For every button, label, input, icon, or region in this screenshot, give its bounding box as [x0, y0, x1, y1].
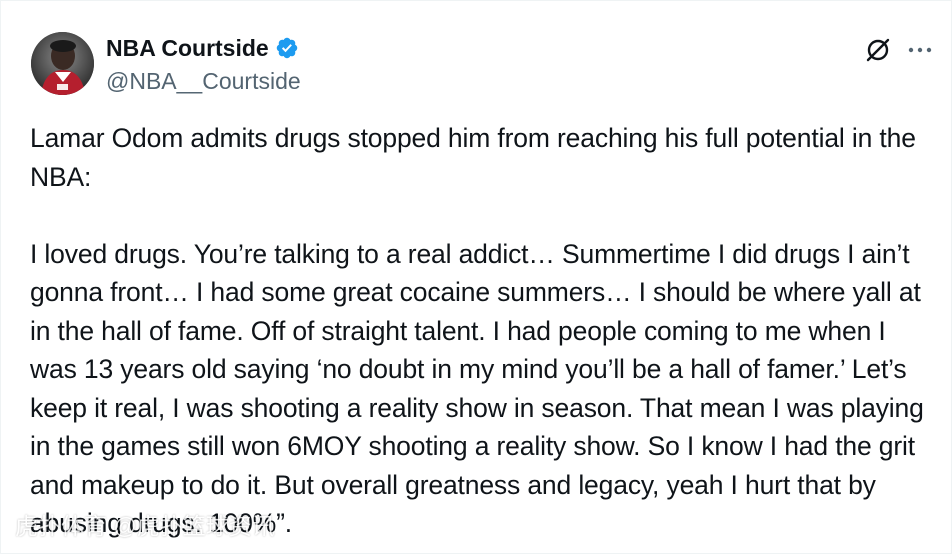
tweet-text: Lamar Odom admits drugs stopped him from…: [30, 119, 935, 543]
grok-icon[interactable]: [863, 35, 893, 65]
avatar[interactable]: [31, 32, 94, 95]
author-handle[interactable]: @NBA__Courtside: [106, 66, 301, 96]
tweet-paragraph-intro: Lamar Odom admits drugs stopped him from…: [30, 123, 916, 192]
tweet-card: NBA Courtside @NBA__Courtside Lamar Odom…: [0, 0, 952, 554]
verified-badge-icon: [275, 36, 299, 60]
avatar-photo-icon: [31, 32, 94, 95]
author-name-row: NBA Courtside: [106, 32, 299, 64]
more-options-icon[interactable]: [906, 38, 934, 62]
display-name[interactable]: NBA Courtside: [106, 32, 269, 64]
tweet-paragraph-quote: I loved drugs. You’re talking to a real …: [30, 238, 924, 539]
